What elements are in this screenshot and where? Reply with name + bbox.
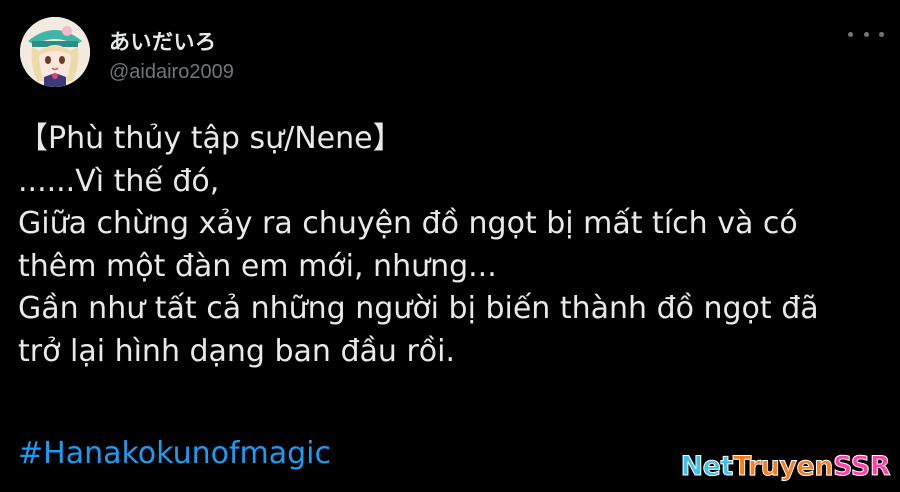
tweet-text: 【Phù thủy tập sự/Nene】 ......Vì thế đó, … bbox=[18, 118, 878, 373]
watermark: NetTruyenSSR bbox=[680, 451, 891, 483]
display-name[interactable]: あいだいろ bbox=[109, 26, 217, 56]
watermark-part: Net bbox=[680, 451, 734, 483]
watermark-part: SSR bbox=[833, 451, 891, 483]
tweet-line: ......Vì thế đó, bbox=[18, 163, 220, 199]
watermark-part: Truyen bbox=[732, 451, 834, 483]
tweet-line: Giữa chừng xảy ra chuyện đồ ngọt bị mất … bbox=[18, 206, 798, 241]
avatar[interactable] bbox=[20, 17, 90, 87]
tweet-line: thêm một đàn em mới, nhưng... bbox=[18, 248, 497, 284]
avatar-icon bbox=[20, 17, 90, 87]
tweet-line: 【Phù thủy tập sự/Nene】 bbox=[18, 121, 403, 156]
more-horizontal-icon-dot bbox=[879, 31, 884, 37]
hashtag-link[interactable]: #Hanakokunofmagic bbox=[18, 433, 331, 475]
user-handle[interactable]: @aidairo2009 bbox=[109, 61, 234, 84]
tweet-line: Gần như tất cả những người bị biến thành… bbox=[18, 291, 819, 326]
more-options-button[interactable] bbox=[848, 24, 884, 44]
tweet-line: trở lại hình dạng ban đầu rồi. bbox=[18, 333, 456, 369]
more-horizontal-icon-dot bbox=[863, 31, 869, 37]
more-horizontal-icon bbox=[848, 31, 853, 37]
